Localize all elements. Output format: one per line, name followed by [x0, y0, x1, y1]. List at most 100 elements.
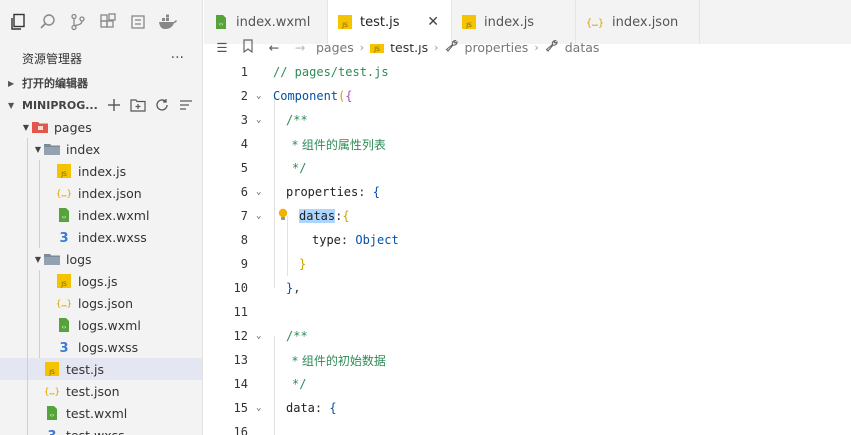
tree-item[interactable]: JS index.js — [0, 160, 202, 182]
tree-indent-guide — [27, 204, 28, 226]
code-text: datas:{ — [299, 209, 350, 223]
svg-text:JS: JS — [48, 369, 55, 376]
folder-icon — [44, 251, 60, 267]
tree-item[interactable]: {…} logs.json — [0, 292, 202, 314]
line-number: 2 — [240, 89, 248, 103]
chevron-down-icon[interactable]: ▼ — [32, 255, 44, 264]
fold-chevron-icon[interactable]: ⌄ — [256, 91, 261, 101]
tree-item[interactable]: JS test.js — [0, 358, 202, 380]
tree-indent-guide — [27, 270, 28, 292]
code-line: 9 } — [204, 252, 851, 276]
svg-text:{…}: {…} — [56, 190, 72, 200]
close-icon[interactable]: ✕ — [427, 14, 439, 30]
tree-indent-guide — [27, 380, 28, 402]
fold-chevron-icon[interactable]: ⌄ — [256, 211, 261, 221]
tree-item[interactable]: 3 test.wxss — [0, 424, 202, 435]
wxss-file-icon: 3 — [56, 229, 72, 245]
tree-indent-guide — [27, 358, 28, 380]
tree-item[interactable]: ▼ index — [0, 138, 202, 160]
tree-indent-guide — [39, 182, 40, 204]
code-area[interactable]: 1 // pages/test.js 2 ⌄ Component({ 3 ⌄ /… — [204, 60, 851, 435]
tree-indent-guide — [27, 336, 28, 358]
code-line: 12 ⌄ /** — [204, 324, 851, 348]
tree-indent-guide — [27, 292, 28, 314]
tree-indent-guide — [39, 226, 40, 248]
new-folder-icon[interactable] — [130, 97, 146, 113]
code-line: 11 — [204, 300, 851, 324]
wxml-file-icon: ‹› — [44, 405, 60, 421]
svg-text:{…}: {…} — [586, 18, 604, 29]
code-line: 3 ⌄ /** — [204, 108, 851, 132]
code-text: * 组件的属性列表 — [292, 137, 386, 152]
tree-item[interactable]: ▼ logs — [0, 248, 202, 270]
chevron-down-icon[interactable]: ▼ — [32, 145, 44, 154]
open-editors-label: 打开的编辑器 — [22, 77, 88, 90]
project-section[interactable]: ▼ MINIPROG... — [0, 94, 202, 116]
json-file-icon: {…} — [56, 295, 72, 311]
tree-indent-guide — [27, 226, 28, 248]
fold-chevron-icon[interactable]: ⌄ — [256, 115, 261, 125]
tree-item[interactable]: ‹› logs.wxml — [0, 314, 202, 336]
search-icon[interactable] — [38, 12, 58, 32]
more-actions-button[interactable]: ··· — [171, 50, 184, 66]
tree-item-label: logs.js — [78, 273, 118, 289]
code-text: /** — [286, 329, 308, 343]
svg-text:JS: JS — [60, 171, 67, 178]
svg-text:3: 3 — [47, 429, 56, 435]
json-file-icon: {…} — [44, 383, 60, 399]
code-line: 14 */ — [204, 372, 851, 396]
chevron-right-icon: ▶ — [8, 78, 15, 88]
tree-item[interactable]: {…} test.json — [0, 380, 202, 402]
line-number: 1 — [240, 65, 248, 79]
code-line: 7 ⌄ datas:{ — [204, 204, 851, 228]
code-text: */ — [292, 377, 307, 391]
tab-index-wxml[interactable]: ‹› index.wxml — [204, 0, 328, 44]
js-file-icon: JS — [338, 15, 352, 29]
code-line: 15 ⌄ data: { — [204, 396, 851, 420]
fold-chevron-icon[interactable]: ⌄ — [256, 331, 261, 341]
line-number: 13 — [233, 353, 248, 367]
tree-item-label: index.json — [78, 185, 142, 201]
tree-item[interactable]: 3 index.wxss — [0, 226, 202, 248]
tree-item[interactable]: 3 logs.wxss — [0, 336, 202, 358]
tree-item[interactable]: ‹› index.wxml — [0, 204, 202, 226]
docker-icon[interactable] — [158, 12, 178, 32]
explorer-icon[interactable] — [8, 12, 28, 32]
explorer-title: 资源管理器 — [22, 51, 83, 66]
fold-chevron-icon[interactable]: ⌄ — [256, 403, 261, 413]
svg-text:3: 3 — [59, 231, 68, 244]
tab-index-json[interactable]: {…} index.json — [576, 0, 700, 44]
code-line: 6 ⌄ properties: { — [204, 180, 851, 204]
tab-label: index.js — [484, 14, 535, 30]
lightbulb-icon[interactable] — [278, 208, 288, 225]
refresh-icon[interactable] — [154, 97, 170, 113]
fold-chevron-icon[interactable]: ⌄ — [256, 187, 261, 197]
code-line: 10 }, — [204, 276, 851, 300]
tab-test-js[interactable]: JS test.js ✕ — [328, 0, 452, 44]
tree-item[interactable]: {…} index.json — [0, 182, 202, 204]
tree-indent-guide — [39, 204, 40, 226]
tree-indent-guide — [27, 402, 28, 424]
debug-icon[interactable] — [128, 12, 148, 32]
tree-item[interactable]: ▼ pages — [0, 116, 202, 138]
new-file-icon[interactable] — [106, 97, 122, 113]
tree-item-label: test.wxss — [66, 427, 125, 435]
chevron-down-icon[interactable]: ▼ — [20, 123, 32, 132]
tree-item[interactable]: JS logs.js — [0, 270, 202, 292]
tree-item-label: index.wxml — [78, 207, 150, 223]
source-control-icon[interactable] — [68, 12, 88, 32]
open-editors-section[interactable]: ▶ 打开的编辑器 — [0, 72, 202, 94]
tab-index-js[interactable]: JS index.js — [452, 0, 576, 44]
code-text: * 组件的初始数据 — [292, 353, 386, 368]
tree-indent-guide — [27, 138, 28, 160]
line-number: 14 — [233, 377, 248, 391]
tree-item-label: logs — [66, 251, 92, 267]
tree-indent-guide — [39, 314, 40, 336]
line-number: 8 — [240, 233, 248, 247]
tree-item-label: test.wxml — [66, 405, 128, 421]
extensions-icon[interactable] — [98, 12, 118, 32]
svg-text:‹›: ‹› — [50, 412, 55, 419]
collapse-all-icon[interactable] — [178, 97, 194, 113]
code-line: 4 * 组件的属性列表 — [204, 132, 851, 156]
tree-item[interactable]: ‹› test.wxml — [0, 402, 202, 424]
